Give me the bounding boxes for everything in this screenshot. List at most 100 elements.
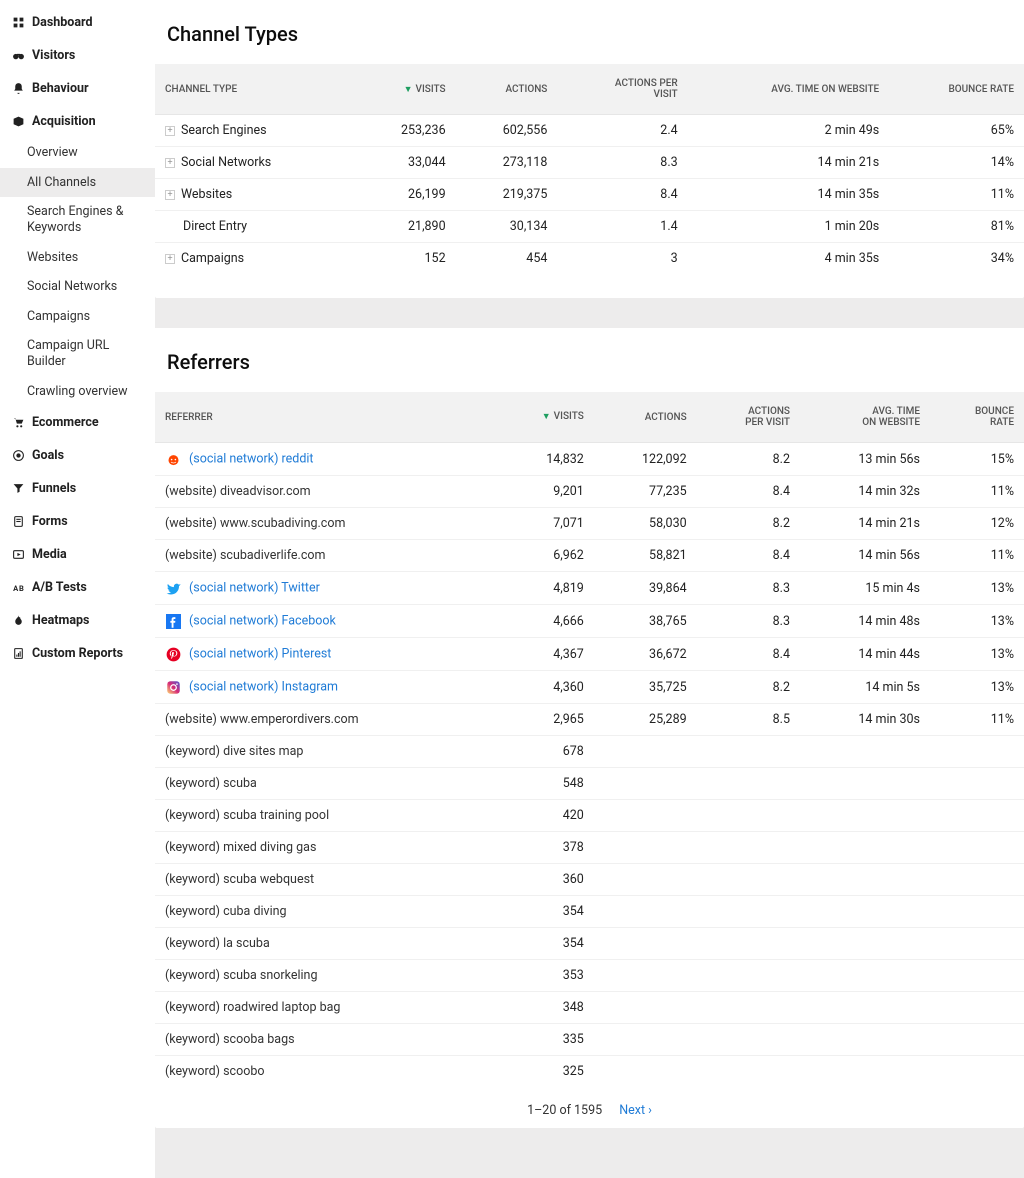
apv — [697, 768, 800, 800]
referrer-row[interactable]: (keyword) scuba training pool420 — [155, 800, 1024, 832]
referrer-label[interactable]: (social network) Facebook — [189, 613, 336, 628]
nav-sub-campaigns[interactable]: Campaigns — [0, 302, 155, 332]
nav-sub-campaign-url-builder[interactable]: Campaign URL Builder — [0, 331, 155, 376]
referrer-label: (keyword) scuba training pool — [165, 808, 329, 823]
referrers-title: Referrers — [155, 328, 1024, 392]
nav-media[interactable]: Media — [0, 538, 155, 571]
expand-icon[interactable]: + — [165, 254, 175, 264]
nav-forms[interactable]: Forms — [0, 505, 155, 538]
visits: 378 — [495, 832, 594, 864]
expand-icon[interactable]: + — [165, 190, 175, 200]
referrer-row[interactable]: (keyword) scuba snorkeling353 — [155, 960, 1024, 992]
referrer-row[interactable]: (social network) reddit14,832122,0928.21… — [155, 443, 1024, 476]
ct-col-4[interactable]: AVG. TIME ON WEBSITE — [688, 64, 890, 115]
expand-icon[interactable]: + — [165, 126, 175, 136]
referrer-row[interactable]: (website) www.emperordivers.com2,96525,2… — [155, 704, 1024, 736]
ct-col-1[interactable]: ▼VISITS — [354, 64, 456, 115]
referrer-label[interactable]: (social network) Pinterest — [189, 646, 331, 661]
nav-sub-all-channels[interactable]: All Channels — [0, 168, 155, 198]
actions — [594, 832, 697, 864]
ref-col-3[interactable]: ACTIONSPER VISIT — [697, 392, 800, 443]
referrer-row[interactable]: (website) diveadvisor.com9,20177,2358.41… — [155, 476, 1024, 508]
ref-col-1[interactable]: ▼VISITS — [495, 392, 594, 443]
svg-text:B: B — [19, 584, 24, 593]
nav-sub-crawling-overview[interactable]: Crawling overview — [0, 377, 155, 407]
nav-goals[interactable]: Goals — [0, 439, 155, 472]
referrer-row[interactable]: (social network) Twitter4,81939,8648.315… — [155, 572, 1024, 605]
ref-col-2[interactable]: ACTIONS — [594, 392, 697, 443]
ref-col-5[interactable]: BOUNCERATE — [930, 392, 1024, 443]
nav-label: Goals — [32, 448, 64, 463]
nav-sub-search-engines-keywords[interactable]: Search Engines & Keywords — [0, 197, 155, 242]
nav-visitors[interactable]: Visitors — [0, 39, 155, 72]
nav-ecommerce[interactable]: Ecommerce — [0, 406, 155, 439]
referrer-label[interactable]: (social network) Twitter — [189, 580, 320, 595]
time: 14 min 21s — [688, 147, 890, 179]
referrer-label[interactable]: (social network) Instagram — [189, 679, 338, 694]
bounce — [930, 832, 1024, 864]
referrer-row[interactable]: (keyword) dive sites map678 — [155, 736, 1024, 768]
nav-a-b-tests[interactable]: ABA/B Tests — [0, 571, 155, 604]
referrer-row[interactable]: (keyword) cuba diving354 — [155, 896, 1024, 928]
referrer-row[interactable]: (keyword) scoobo325 — [155, 1056, 1024, 1088]
nav-acquisition[interactable]: Acquisition — [0, 105, 155, 138]
referrer-row[interactable]: (keyword) la scuba354 — [155, 928, 1024, 960]
channel-row[interactable]: +Websites26,199219,3758.414 min 35s11% — [155, 179, 1024, 211]
bounce — [930, 992, 1024, 1024]
pagination-next[interactable]: Next › — [619, 1103, 652, 1118]
referrer-label: (keyword) scuba — [165, 776, 257, 791]
apv: 8.4 — [697, 476, 800, 508]
referrer-row[interactable]: (keyword) scuba webquest360 — [155, 864, 1024, 896]
nav-funnels[interactable]: Funnels — [0, 472, 155, 505]
nav-sub-websites[interactable]: Websites — [0, 243, 155, 273]
nav-custom-reports[interactable]: Custom Reports — [0, 637, 155, 670]
referrer-row[interactable]: (social network) Facebook4,66638,7658.31… — [155, 605, 1024, 638]
referrer-label[interactable]: (social network) reddit — [189, 451, 314, 466]
nav-dashboard[interactable]: Dashboard — [0, 6, 155, 39]
referrer-row[interactable]: (keyword) mixed diving gas378 — [155, 832, 1024, 864]
expand-icon[interactable]: + — [165, 158, 175, 168]
channel-row[interactable]: +Search Engines253,236602,5562.42 min 49… — [155, 115, 1024, 147]
nav-sub-social-networks[interactable]: Social Networks — [0, 272, 155, 302]
referrer-row[interactable]: (social network) Instagram4,36035,7258.2… — [155, 671, 1024, 704]
actions: 58,821 — [594, 540, 697, 572]
referrer-label: (website) scubadiverlife.com — [165, 548, 325, 563]
referrer-row[interactable]: (website) www.scubadiving.com7,07158,030… — [155, 508, 1024, 540]
bounce: 12% — [930, 508, 1024, 540]
nav-behaviour[interactable]: Behaviour — [0, 72, 155, 105]
ct-col-0[interactable]: CHANNEL TYPE — [155, 64, 354, 115]
bounce — [930, 800, 1024, 832]
ref-col-0[interactable]: REFERRER — [155, 392, 495, 443]
referrer-row[interactable]: (social network) Pinterest4,36736,6728.4… — [155, 638, 1024, 671]
referrer-row[interactable]: (keyword) roadwired laptop bag348 — [155, 992, 1024, 1024]
channel-label: Direct Entry — [183, 219, 247, 234]
channel-row[interactable]: Direct Entry21,89030,1341.41 min 20s81% — [155, 211, 1024, 243]
binoculars-icon — [10, 49, 26, 62]
ref-col-4[interactable]: AVG. TIMEON WEBSITE — [800, 392, 930, 443]
ct-col-3[interactable]: ACTIONS PERVISIT — [557, 64, 687, 115]
visits: 548 — [495, 768, 594, 800]
visits: 335 — [495, 1024, 594, 1056]
actions: 77,235 — [594, 476, 697, 508]
bounce: 13% — [930, 605, 1024, 638]
ct-col-5[interactable]: BOUNCE RATE — [889, 64, 1024, 115]
actions: 602,556 — [456, 115, 558, 147]
referrer-row[interactable]: (keyword) scooba bags335 — [155, 1024, 1024, 1056]
channel-row[interactable]: +Campaigns15245434 min 35s34% — [155, 243, 1024, 275]
facebook-icon — [165, 613, 181, 629]
referrer-label: (keyword) scuba snorkeling — [165, 968, 317, 983]
actions — [594, 928, 697, 960]
nav-label: Dashboard — [32, 15, 93, 30]
referrer-row[interactable]: (keyword) scuba 548 — [155, 768, 1024, 800]
bounce: 11% — [889, 179, 1024, 211]
channel-row[interactable]: +Social Networks33,044273,1188.314 min 2… — [155, 147, 1024, 179]
time — [800, 960, 930, 992]
nav-sub-overview[interactable]: Overview — [0, 138, 155, 168]
referrers-table: REFERRER▼VISITSACTIONSACTIONSPER VISITAV… — [155, 392, 1024, 1087]
bell-icon — [10, 82, 26, 95]
bounce — [930, 928, 1024, 960]
referrer-label: (keyword) scuba webquest — [165, 872, 314, 887]
nav-heatmaps[interactable]: Heatmaps — [0, 604, 155, 637]
ct-col-2[interactable]: ACTIONS — [456, 64, 558, 115]
referrer-row[interactable]: (website) scubadiverlife.com6,96258,8218… — [155, 540, 1024, 572]
